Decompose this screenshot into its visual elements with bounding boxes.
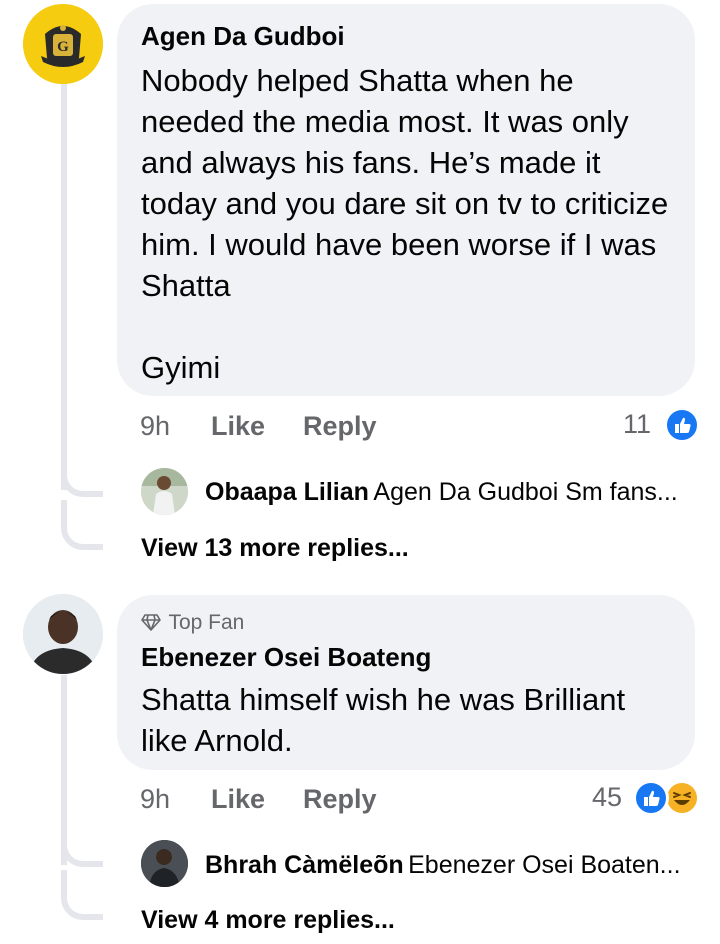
svg-text:G: G (57, 39, 69, 55)
reply-text: Agen Da Gudboi Sm fans... (373, 478, 678, 506)
comment-text: Shatta himself wish he was Brilliant lik… (141, 682, 626, 758)
thread-line (61, 82, 67, 490)
reply-button[interactable]: Reply (303, 784, 377, 815)
reaction-count[interactable]: 45 (592, 782, 622, 813)
haha-icon[interactable] (664, 780, 700, 816)
top-fan-badge: Top Fan (141, 609, 671, 639)
comment-bubble[interactable]: Agen Da Gudboi Nobody helped Shatta when… (117, 4, 695, 396)
reply-button[interactable]: Reply (303, 411, 377, 442)
comment-time[interactable]: 9h (140, 784, 170, 815)
reaction-count[interactable]: 11 (623, 409, 651, 440)
reply-avatar[interactable] (141, 840, 188, 887)
thread-branch (61, 460, 103, 497)
reply-author[interactable]: Obaapa Lilian (205, 478, 369, 506)
badge-label: Top Fan (168, 611, 245, 634)
thread-branch (61, 500, 103, 550)
crest-logo-icon: G (23, 4, 103, 84)
comment-bubble[interactable]: Top Fan Ebenezer Osei Boateng Shatta him… (117, 595, 695, 770)
avatar[interactable] (23, 594, 103, 674)
comment-time[interactable]: 9h (140, 411, 170, 442)
reply-preview[interactable]: Bhrah Càmëleõn Ebenezer Osei Boaten... (205, 851, 681, 880)
like-icon[interactable] (633, 780, 669, 816)
reply-avatar[interactable] (141, 468, 188, 515)
like-button[interactable]: Like (211, 784, 265, 815)
view-more-replies[interactable]: View 13 more replies... (141, 534, 409, 563)
comment-author[interactable]: Ebenezer Osei Boateng (141, 641, 671, 673)
reply-author[interactable]: Bhrah Càmëleõn (205, 851, 404, 879)
thread-branch (61, 830, 103, 867)
diamond-icon (141, 611, 163, 639)
view-more-replies[interactable]: View 4 more replies... (141, 906, 395, 935)
comment-author[interactable]: Agen Da Gudboi (141, 20, 671, 52)
avatar[interactable]: G (23, 4, 103, 84)
comment-text: Nobody helped Shatta when he needed the … (141, 63, 669, 385)
thread-branch (61, 870, 103, 920)
reply-text: Ebenezer Osei Boaten... (408, 851, 681, 879)
like-button[interactable]: Like (211, 411, 265, 442)
like-icon[interactable] (664, 407, 700, 443)
reply-preview[interactable]: Obaapa Lilian Agen Da Gudboi Sm fans... (205, 478, 678, 507)
